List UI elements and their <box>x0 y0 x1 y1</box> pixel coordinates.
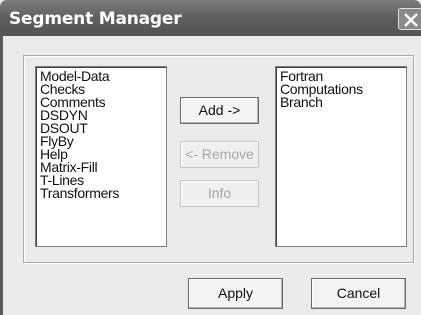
available-segments-list[interactable]: Model-Data Checks Comments DSDYN DSOUT F… <box>35 66 167 247</box>
add-button[interactable]: Add -> <box>180 97 259 124</box>
close-icon <box>404 13 418 27</box>
segment-manager-dialog: Segment Manager Model-Data Checks Commen… <box>0 0 421 315</box>
list-item[interactable]: Branch <box>280 95 406 109</box>
cancel-button[interactable]: Cancel <box>311 278 406 309</box>
list-item[interactable]: Transformers <box>40 186 166 200</box>
selected-segments-list[interactable]: Fortran Computations Branch <box>275 66 407 247</box>
apply-button[interactable]: Apply <box>188 278 283 309</box>
window-frame-left <box>0 36 3 315</box>
info-button[interactable]: Info <box>180 180 259 207</box>
title-bar[interactable]: Segment Manager <box>0 0 421 36</box>
dialog-title: Segment Manager <box>9 9 182 29</box>
remove-button[interactable]: <- Remove <box>180 141 259 168</box>
close-button[interactable] <box>398 8 421 30</box>
